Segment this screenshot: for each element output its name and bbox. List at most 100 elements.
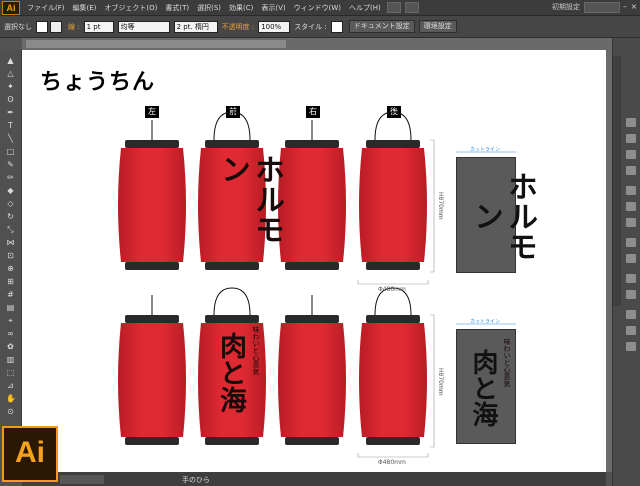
symbols-panel-icon[interactable]: [626, 166, 636, 175]
symbol-sprayer-tool-icon[interactable]: ✿: [6, 342, 15, 351]
menu-file[interactable]: ファイル(F): [23, 3, 69, 13]
brushes-panel-icon[interactable]: [626, 150, 636, 159]
print-panel-subtext-row2: 味わいと心意気: [503, 338, 511, 387]
menu-effect[interactable]: 効果(C): [225, 3, 257, 13]
style-label: スタイル :: [294, 22, 327, 31]
appearance-panel-icon[interactable]: [626, 238, 636, 247]
minimize-button[interactable]: –: [621, 2, 629, 12]
menu-object[interactable]: オブジェクト(O): [100, 3, 161, 13]
height-dimension-row1: [430, 139, 435, 273]
width-tool-icon[interactable]: ⋈: [6, 238, 15, 247]
transform-panel-icon[interactable]: [626, 342, 636, 351]
stroke-label[interactable]: 線 :: [68, 22, 80, 32]
app-logo-small: Ai: [2, 0, 20, 15]
width-dimension-row2: [357, 453, 429, 458]
arrange-documents-button[interactable]: [404, 2, 419, 13]
lantern-front-text-row2: 肉と海: [215, 332, 246, 413]
pencil-tool-icon[interactable]: ✏: [6, 173, 15, 182]
artboard-tool-icon[interactable]: ⬚: [6, 368, 15, 377]
illustrator-logo: Ai: [2, 426, 58, 482]
selection-tool-icon[interactable]: ▲: [6, 56, 15, 65]
menu-view[interactable]: 表示(V): [257, 3, 289, 13]
preferences-button[interactable]: 環境設定: [418, 20, 457, 33]
search-input[interactable]: [584, 2, 620, 13]
control-bar: 選択なし 線 : 1 pt 均等 2 pt. 楕円 不透明度 : 100% スタ…: [0, 16, 640, 38]
document-tab[interactable]: [22, 38, 612, 50]
direct-selection-tool-icon[interactable]: △: [6, 69, 15, 78]
color-panel-icon[interactable]: [626, 118, 636, 127]
opacity-field[interactable]: 100%: [258, 20, 291, 33]
graphic-styles-panel-icon[interactable]: [626, 254, 636, 263]
menu-help[interactable]: ヘルプ(H): [345, 3, 385, 13]
column-graph-tool-icon[interactable]: ▥: [6, 355, 15, 364]
blend-tool-icon[interactable]: ∞: [6, 329, 15, 338]
scale-tool-icon[interactable]: ⤡: [6, 225, 15, 234]
transparency-panel-icon[interactable]: [626, 218, 636, 227]
stroke-panel-icon[interactable]: [626, 186, 636, 195]
gradient-panel-icon[interactable]: [626, 202, 636, 211]
artboard-canvas[interactable]: ちょうちん 左 前 右 後 ホルモン H870mm Φ480mm カットライン …: [22, 50, 606, 472]
width-label-row2: Φ480mm: [378, 459, 406, 466]
brush-definition[interactable]: 2 pt. 楕円: [173, 20, 218, 33]
swatches-panel-icon[interactable]: [626, 134, 636, 143]
lantern-front-subtext-row2: 味わいと心意気: [252, 326, 260, 375]
artboards-panel-icon[interactable]: [626, 290, 636, 299]
lantern-front-text-row1: ホルモン: [215, 154, 284, 244]
align-panel-icon[interactable]: [626, 310, 636, 319]
current-tool-status: 手のひら: [182, 476, 210, 484]
bridge-button[interactable]: [386, 2, 401, 13]
stroke-swatch[interactable]: [50, 20, 62, 33]
menu-type[interactable]: 書式(T): [161, 3, 193, 13]
shape-builder-tool-icon[interactable]: ⊕: [6, 264, 15, 273]
line-tool-icon[interactable]: ╲: [6, 134, 15, 143]
pen-tool-icon[interactable]: ✒: [6, 108, 15, 117]
illustrator-window: Ai ファイル(F) 編集(E) オブジェクト(O) 書式(T) 選択(S) 効…: [0, 0, 640, 486]
document-setup-button[interactable]: ドキュメント設定: [348, 20, 415, 33]
magic-wand-tool-icon[interactable]: ✦: [6, 82, 15, 91]
pathfinder-panel-icon[interactable]: [626, 326, 636, 335]
lantern-right-row2: [278, 315, 346, 445]
width-label-row1: Φ480mm: [378, 286, 406, 293]
menu-select[interactable]: 選択(S): [193, 3, 225, 13]
perspective-grid-tool-icon[interactable]: ⊞: [6, 277, 15, 286]
variable-width-profile[interactable]: 均等: [117, 20, 170, 33]
fill-swatch[interactable]: [36, 20, 48, 33]
panel-dock: [612, 38, 640, 486]
free-transform-tool-icon[interactable]: ⊡: [6, 251, 15, 260]
graphic-style-swatch[interactable]: [330, 20, 343, 33]
zoom-level-field[interactable]: [60, 475, 104, 484]
height-label-row2: H870mm: [437, 368, 444, 396]
eraser-tool-icon[interactable]: ◇: [6, 199, 15, 208]
document-tab-label: [26, 40, 286, 48]
print-panel-text-row1: ホルモン: [468, 171, 537, 261]
type-tool-icon[interactable]: T: [6, 121, 15, 130]
close-button[interactable]: ×: [630, 2, 638, 12]
mesh-tool-icon[interactable]: #: [6, 290, 15, 299]
lasso-tool-icon[interactable]: ʘ: [6, 95, 15, 104]
layers-panel-icon[interactable]: [626, 274, 636, 283]
selection-status: 選択なし: [4, 22, 32, 31]
blob-brush-tool-icon[interactable]: ◆: [6, 186, 15, 195]
menu-window[interactable]: ウィンドウ(W): [290, 3, 345, 13]
cut-line-label-row2: カットライン: [470, 319, 501, 325]
hanger-hook-back: [374, 111, 412, 141]
vertical-scrollbar[interactable]: [606, 50, 612, 472]
workspace-switcher[interactable]: 初期設定: [552, 2, 580, 12]
lantern-left-row2: [118, 315, 186, 445]
hand-tool-icon[interactable]: ✋: [6, 394, 16, 403]
paintbrush-tool-icon[interactable]: ✎: [6, 160, 15, 169]
dock-collapse-strip[interactable]: [613, 56, 621, 306]
opacity-label[interactable]: 不透明度 :: [222, 22, 255, 32]
zoom-tool-icon[interactable]: ⊙: [6, 407, 15, 416]
hanger-hook-front-row2: [213, 287, 251, 316]
lantern-back-row1: [359, 140, 427, 270]
rotate-tool-icon[interactable]: ↻: [6, 212, 15, 221]
print-panel-text-row2: 肉と海: [468, 349, 498, 427]
rectangle-tool-icon[interactable]: □: [6, 147, 15, 156]
stroke-weight-field[interactable]: 1 pt: [83, 20, 114, 33]
gradient-tool-icon[interactable]: ▤: [6, 303, 15, 312]
slice-tool-icon[interactable]: ⊿: [6, 381, 15, 390]
eyedropper-tool-icon[interactable]: ⌖: [6, 316, 15, 325]
hanger-hook-front: [213, 111, 251, 141]
menu-edit[interactable]: 編集(E): [69, 3, 101, 13]
